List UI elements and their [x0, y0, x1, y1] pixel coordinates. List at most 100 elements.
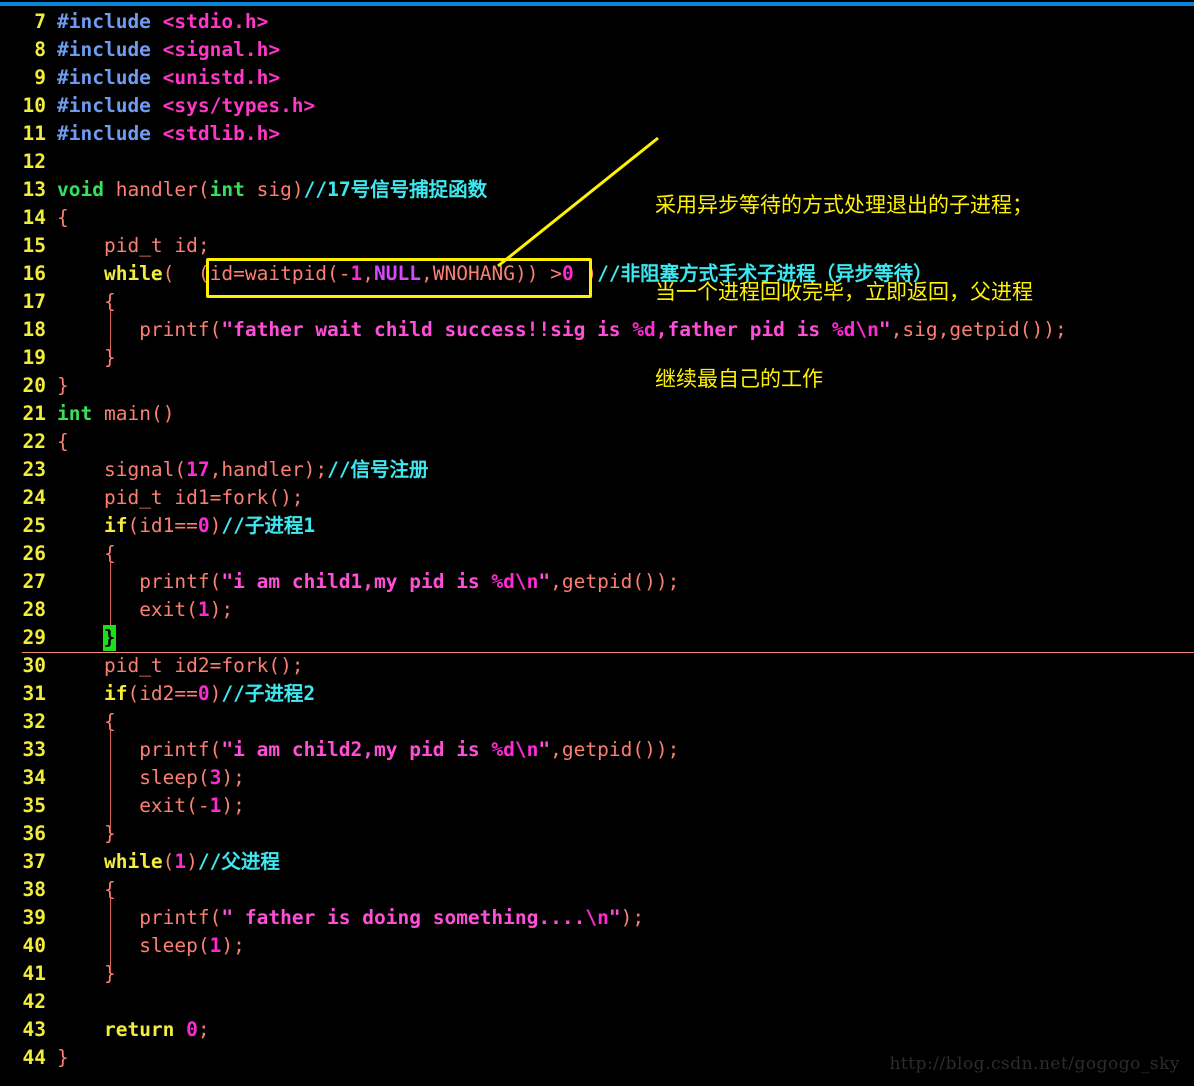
- code-token: sleep: [139, 934, 198, 957]
- line-number: 22: [22, 430, 46, 453]
- line-number: 21: [22, 402, 46, 425]
- line-number: 44: [22, 1046, 46, 1069]
- code-line[interactable]: 42: [0, 988, 1194, 1016]
- code-line[interactable]: 41 }: [0, 960, 1194, 988]
- code-token: %d\n: [491, 738, 539, 761]
- code-token: ): [209, 514, 222, 537]
- code-token: int: [57, 402, 93, 425]
- code-token: #include: [57, 38, 151, 61]
- code-line[interactable]: 33 printf("i am child2,my pid is %d\n",g…: [0, 736, 1194, 764]
- line-number: 10: [22, 94, 46, 117]
- line-number: 13: [22, 178, 46, 201]
- code-line[interactable]: 28 exit(1);: [0, 596, 1194, 624]
- code-token: if: [103, 514, 128, 537]
- code-line[interactable]: 8 #include <signal.h>: [0, 36, 1194, 64]
- code-line[interactable]: 32 {: [0, 708, 1194, 736]
- code-line-text: sleep(3);: [46, 764, 245, 792]
- code-line[interactable]: 26 {: [0, 540, 1194, 568]
- code-line-text: }: [46, 960, 116, 988]
- code-token: (: [186, 598, 198, 621]
- code-token: if: [103, 682, 128, 705]
- line-number: 43: [22, 1018, 46, 1041]
- code-line[interactable]: 31 if(id2==0)//子进程2: [0, 680, 1194, 708]
- code-token: ,: [362, 262, 375, 285]
- code-token: while: [103, 262, 163, 285]
- code-line[interactable]: 27 printf("i am child1,my pid is %d\n",g…: [0, 568, 1194, 596]
- code-token: "i am child2,my pid is: [221, 738, 492, 761]
- line-number: 18: [22, 318, 46, 341]
- code-line-text: }: [46, 372, 69, 400]
- code-line[interactable]: 25 if(id1==0)//子进程1: [0, 512, 1194, 540]
- code-line[interactable]: 29 }: [0, 624, 1194, 652]
- code-line[interactable]: 9 #include <unistd.h>: [0, 64, 1194, 92]
- code-token: int: [209, 178, 245, 201]
- code-line-text: exit(1);: [46, 596, 233, 624]
- line-number: 25: [22, 514, 46, 537]
- code-token: <unistd.h>: [162, 66, 281, 89]
- code-token: //父进程: [197, 850, 280, 873]
- indent-guide: [110, 308, 111, 356]
- code-line[interactable]: 35 exit(-1);: [0, 792, 1194, 820]
- code-line-text: if(id2==0)//子进程2: [46, 680, 315, 708]
- code-token: 0: [561, 262, 574, 285]
- code-token: (: [197, 934, 210, 957]
- code-token: ): [573, 262, 598, 285]
- code-line-text: #include <stdio.h>: [46, 8, 268, 36]
- code-token: main: [103, 402, 151, 425]
- code-token: ): [209, 682, 222, 705]
- code-token: 1: [197, 598, 210, 621]
- code-editor-window: 7 #include <stdio.h> 8 #include <signal.h> 9…: [0, 0, 1194, 1086]
- code-token: "i am child1,my pid is: [221, 570, 492, 593]
- code-token: );: [221, 766, 245, 789]
- code-line-text: }: [46, 1044, 69, 1072]
- line-number: 31: [22, 682, 46, 705]
- line-number: 19: [22, 346, 46, 369]
- watermark: http://blog.csdn.net/gogogo_sky: [889, 1054, 1180, 1074]
- code-token: <stdlib.h>: [162, 122, 281, 145]
- line-number: 26: [22, 542, 46, 565]
- line-number: 28: [22, 598, 46, 621]
- code-token: printf: [139, 318, 210, 341]
- code-token: exit: [139, 598, 187, 621]
- code-token: (: [209, 318, 222, 341]
- code-line[interactable]: 10 #include <sys/types.h>: [0, 92, 1194, 120]
- code-token: handler: [115, 178, 198, 201]
- code-token: ());: [632, 738, 680, 761]
- code-line[interactable]: 40 sleep(1);: [0, 932, 1194, 960]
- annotation-line-3: 继续最自己的工作: [655, 367, 823, 391]
- line-number: 39: [22, 906, 46, 929]
- code-line[interactable]: 23 signal(17,handler);//信号注册: [0, 456, 1194, 484]
- code-line-text: #include <sys/types.h>: [46, 92, 315, 120]
- code-token: 3: [209, 766, 222, 789]
- code-line[interactable]: 37 while(1)//父进程: [0, 848, 1194, 876]
- code-token: (: [209, 906, 222, 929]
- code-token: ,: [421, 262, 433, 285]
- code-line[interactable]: 24 pid_t id1=fork();: [0, 484, 1194, 512]
- code-token: <sys/types.h>: [162, 94, 316, 117]
- code-token: (: [209, 570, 222, 593]
- code-token: %d\n: [491, 570, 539, 593]
- code-line[interactable]: 38 {: [0, 876, 1194, 904]
- line-number: 40: [22, 934, 46, 957]
- code-line[interactable]: 34 sleep(3);: [0, 764, 1194, 792]
- code-line[interactable]: 43 return 0;: [0, 1016, 1194, 1044]
- code-token: {: [57, 430, 69, 453]
- code-line[interactable]: 30 pid_t id2=fork();: [0, 652, 1194, 680]
- code-token: 0: [186, 1018, 198, 1041]
- line-number: 11: [22, 122, 46, 145]
- code-line[interactable]: 39 printf(" father is doing something...…: [0, 904, 1194, 932]
- code-token: (id2==: [127, 682, 198, 705]
- code-token: NULL: [374, 262, 422, 285]
- code-line[interactable]: 7 #include <stdio.h>: [0, 8, 1194, 36]
- code-line[interactable]: 36 }: [0, 820, 1194, 848]
